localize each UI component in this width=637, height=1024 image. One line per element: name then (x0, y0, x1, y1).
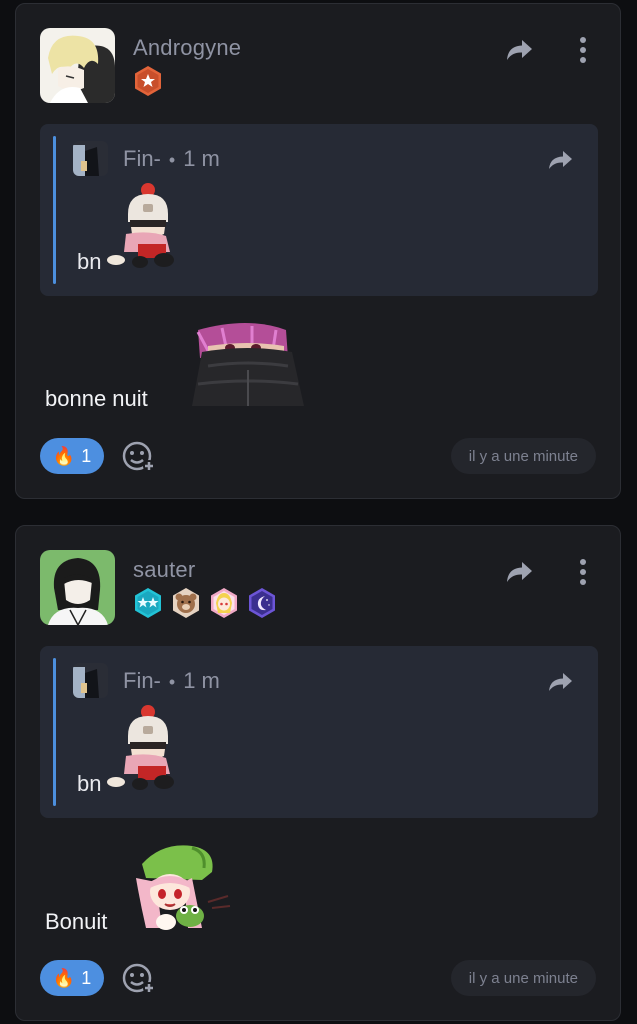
cyan-stars-badge-icon[interactable] (132, 587, 164, 619)
quote-author-name[interactable]: Fin- (123, 146, 161, 172)
reaction-count: 1 (81, 967, 92, 988)
quote-time: 1 m (183, 668, 220, 693)
add-reaction-icon[interactable] (120, 960, 156, 996)
chibi-sticker (107, 183, 174, 268)
message-card: sauter Fin- • 1 m bn Bonuit 🔥 1 il y a u… (15, 525, 621, 1021)
quote-avatar (73, 141, 108, 176)
quote-text: bn (77, 249, 102, 274)
timestamp-pill: il y a une minute (450, 438, 596, 474)
fire-reaction-button[interactable]: 🔥 1 (40, 438, 104, 474)
share-icon[interactable] (546, 670, 574, 694)
quote-author-line: Fin- • 1 m (123, 146, 220, 172)
fire-reaction-button[interactable]: 🔥 1 (40, 960, 104, 996)
badge-row (132, 65, 164, 97)
moon-badge-icon[interactable] (246, 587, 278, 619)
timestamp-pill: il y a une minute (450, 960, 596, 996)
avatar[interactable] (40, 550, 115, 625)
username[interactable]: Androgyne (133, 35, 241, 61)
quote-text: bn (77, 771, 102, 796)
share-icon[interactable] (504, 36, 534, 64)
share-icon[interactable] (504, 558, 534, 586)
separator-dot: • (168, 150, 176, 170)
message-card: Androgyne Fin- • 1 m bn bonne nuit 🔥 1 i… (15, 3, 621, 499)
quote-accent-bar (53, 658, 56, 806)
more-options-icon[interactable] (576, 556, 590, 588)
fire-emoji-icon: 🔥 (52, 445, 76, 466)
username[interactable]: sauter (133, 557, 195, 583)
anime-girl-badge-icon[interactable] (208, 587, 240, 619)
badge-row (132, 587, 278, 619)
quote-avatar (73, 663, 108, 698)
orange-star-badge-icon[interactable] (132, 65, 164, 97)
message-text: Bonuit (45, 909, 108, 934)
quote-author-name[interactable]: Fin- (123, 668, 161, 694)
message-text: bonne nuit (45, 386, 148, 411)
bear-badge-icon[interactable] (170, 587, 202, 619)
frog-hat-girl-sticker (136, 845, 231, 930)
separator-dot: • (168, 672, 176, 692)
chibi-sticker (107, 705, 174, 790)
quote-author-line: Fin- • 1 m (123, 668, 220, 694)
quote-time: 1 m (183, 146, 220, 171)
avatar[interactable] (40, 28, 115, 103)
quoted-message[interactable]: Fin- • 1 m bn (40, 124, 598, 296)
add-reaction-icon[interactable] (120, 438, 156, 474)
quote-accent-bar (53, 136, 56, 284)
share-icon[interactable] (546, 148, 574, 172)
fire-emoji-icon: 🔥 (52, 967, 76, 988)
quoted-message[interactable]: Fin- • 1 m bn (40, 646, 598, 818)
reaction-count: 1 (81, 445, 92, 466)
anime-girl-sticker (192, 323, 304, 406)
more-options-icon[interactable] (576, 34, 590, 66)
